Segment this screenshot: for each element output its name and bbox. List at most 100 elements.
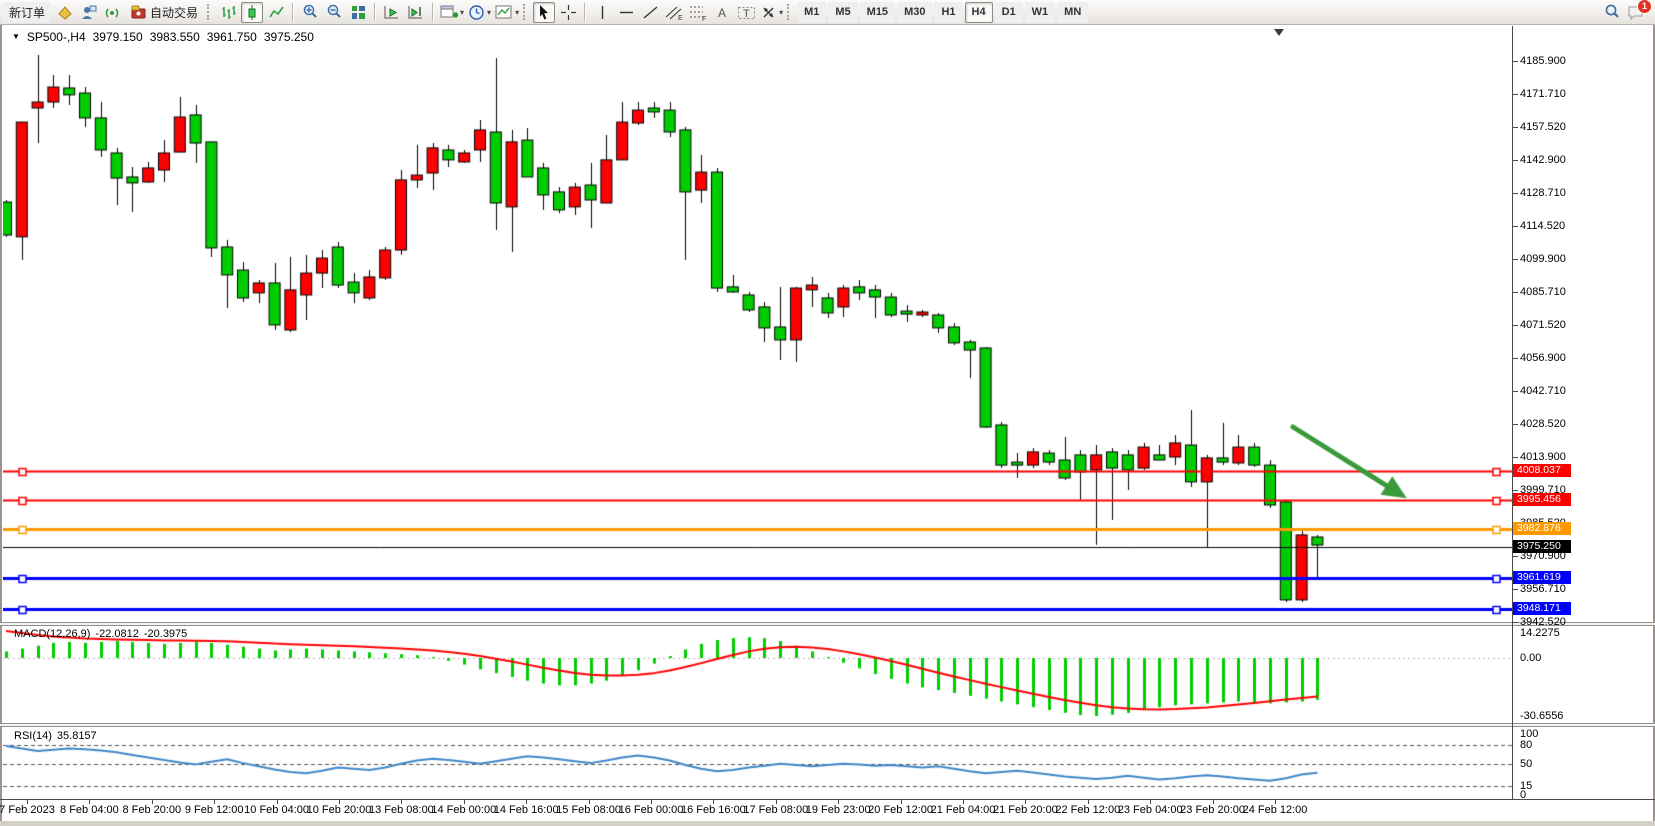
toolbar-separator bbox=[432, 3, 434, 21]
macd-scale-label: 0.00 bbox=[1520, 652, 1541, 664]
price-line-tag[interactable]: 3948.171 bbox=[1513, 602, 1571, 615]
time-tick-label: 8 Feb 04:00 bbox=[60, 804, 119, 816]
price-tick bbox=[1513, 193, 1518, 194]
price-line-tag[interactable]: 3982.876 bbox=[1513, 522, 1571, 535]
price-tick bbox=[1513, 325, 1518, 326]
price-chart-canvas[interactable] bbox=[3, 42, 1512, 622]
macd-pane-canvas[interactable] bbox=[3, 626, 1512, 723]
price-tick-label: 4185.900 bbox=[1520, 55, 1566, 67]
orders-icon[interactable] bbox=[53, 2, 75, 23]
text-label-button[interactable]: T bbox=[735, 2, 757, 23]
toolbar-separator bbox=[292, 3, 294, 21]
svg-text:E: E bbox=[678, 15, 683, 21]
toolbar-separator bbox=[374, 3, 376, 21]
arrows-dropdown[interactable]: ▾ bbox=[759, 2, 784, 23]
bar-chart-button[interactable] bbox=[217, 2, 239, 23]
time-tick-label: 14 Feb 16:00 bbox=[494, 804, 559, 816]
timeframe-m5-button[interactable]: M5 bbox=[828, 2, 857, 23]
new-chart-icon bbox=[440, 4, 458, 21]
signal-button[interactable] bbox=[101, 2, 123, 23]
macd-name: MACD(12,26,9) bbox=[14, 628, 90, 640]
candlestick-chart-button[interactable] bbox=[241, 2, 263, 23]
price-tick bbox=[1513, 424, 1518, 425]
timeframe-h4-button[interactable]: H4 bbox=[965, 2, 993, 23]
time-axis-line bbox=[0, 799, 1655, 800]
horizontal-line-button[interactable] bbox=[615, 2, 637, 23]
time-tick-label: 21 Feb 20:00 bbox=[993, 804, 1058, 816]
rsi-name: RSI(14) bbox=[14, 730, 52, 742]
timeframe-m1-button[interactable]: M1 bbox=[797, 2, 826, 23]
price-tick bbox=[1513, 94, 1518, 95]
chart-shift-marker[interactable] bbox=[1274, 29, 1284, 36]
rsi-pane-canvas[interactable] bbox=[3, 727, 1512, 799]
timeframe-mn-button[interactable]: MN bbox=[1057, 2, 1088, 23]
tile-windows-button[interactable] bbox=[347, 2, 369, 23]
time-tick-label: 16 Feb 16:00 bbox=[681, 804, 746, 816]
time-tick-label: 19 Feb 23:00 bbox=[806, 804, 871, 816]
price-tick-label: 4171.710 bbox=[1520, 88, 1566, 100]
price-tick-label: 4099.900 bbox=[1520, 253, 1566, 265]
search-button[interactable] bbox=[1601, 2, 1623, 23]
crosshair-button[interactable] bbox=[557, 2, 579, 23]
zoom-in-button[interactable] bbox=[299, 2, 321, 23]
price-line-tag[interactable]: 3961.619 bbox=[1513, 571, 1571, 584]
accounts-button[interactable] bbox=[77, 2, 99, 23]
trendline-icon bbox=[642, 4, 659, 21]
vertical-line-icon bbox=[595, 4, 610, 21]
new-chart-dropdown[interactable]: ▾ bbox=[439, 2, 465, 23]
timeframe-d1-button[interactable]: D1 bbox=[995, 2, 1023, 23]
indicators-dropdown[interactable]: ▾ bbox=[494, 2, 520, 23]
gold-diamond-icon bbox=[56, 4, 73, 21]
period-dropdown[interactable]: ▾ bbox=[467, 2, 492, 23]
svg-text:T: T bbox=[743, 8, 750, 20]
price-tick-label: 4085.710 bbox=[1520, 286, 1566, 298]
price-line-tag[interactable]: 4008.037 bbox=[1513, 464, 1571, 477]
collapse-triangle-icon[interactable]: ▼ bbox=[12, 32, 20, 41]
auto-trading-button[interactable]: 自动交易 bbox=[125, 2, 204, 23]
time-tick-label: 17 Feb 08:00 bbox=[743, 804, 808, 816]
text-button[interactable]: A bbox=[711, 2, 733, 23]
price-line-tag[interactable]: 3975.250 bbox=[1513, 540, 1571, 553]
time-tick-label: 23 Feb 20:00 bbox=[1180, 804, 1245, 816]
price-tick bbox=[1513, 160, 1518, 161]
auto-scroll-button[interactable] bbox=[381, 2, 403, 23]
price-tick bbox=[1513, 391, 1518, 392]
equidistant-channel-button[interactable]: E bbox=[663, 2, 685, 23]
vertical-line-button[interactable] bbox=[591, 2, 613, 23]
price-line-tag[interactable]: 3995.456 bbox=[1513, 493, 1571, 506]
price-tick-label: 4056.900 bbox=[1520, 352, 1566, 364]
toolbar-separator bbox=[584, 3, 586, 21]
chevron-down-icon: ▾ bbox=[487, 8, 491, 17]
macd-value-main: -22.0812 bbox=[95, 628, 138, 640]
chart-shift-icon bbox=[407, 4, 425, 21]
cursor-button[interactable] bbox=[533, 2, 555, 23]
tile-windows-icon bbox=[350, 4, 367, 21]
price-tick bbox=[1513, 226, 1518, 227]
time-tick-label: 14 Feb 00:00 bbox=[431, 804, 496, 816]
notifications-button[interactable]: 1 bbox=[1625, 2, 1647, 23]
new-order-button[interactable]: 新订单 bbox=[3, 2, 51, 23]
time-tick-label: 9 Feb 12:00 bbox=[185, 804, 244, 816]
macd-scale-label: 14.2275 bbox=[1520, 627, 1560, 639]
price-tick-label: 4128.710 bbox=[1520, 187, 1566, 199]
price-tick bbox=[1513, 61, 1518, 62]
crosshair-icon bbox=[560, 4, 577, 21]
timeframe-h1-button[interactable]: H1 bbox=[934, 2, 962, 23]
price-tick bbox=[1513, 127, 1518, 128]
price-tick-label: 3956.710 bbox=[1520, 583, 1566, 595]
price-tick bbox=[1513, 358, 1518, 359]
toolbar-grip bbox=[787, 4, 792, 20]
trendline-button[interactable] bbox=[639, 2, 661, 23]
timeframe-w1-button[interactable]: W1 bbox=[1025, 2, 1056, 23]
fibonacci-button[interactable]: F bbox=[687, 2, 709, 23]
chevron-down-icon: ▾ bbox=[460, 8, 464, 17]
broadcast-icon bbox=[104, 4, 121, 21]
timeframe-m15-button[interactable]: M15 bbox=[860, 2, 895, 23]
timeframe-m30-button[interactable]: M30 bbox=[897, 2, 932, 23]
zoom-out-button[interactable] bbox=[323, 2, 345, 23]
chevron-down-icon: ▾ bbox=[515, 8, 519, 17]
time-tick-label: 10 Feb 04:00 bbox=[244, 804, 309, 816]
chart-shift-button[interactable] bbox=[405, 2, 427, 23]
line-chart-button[interactable] bbox=[265, 2, 287, 23]
price-tick-label: 4013.900 bbox=[1520, 451, 1566, 463]
